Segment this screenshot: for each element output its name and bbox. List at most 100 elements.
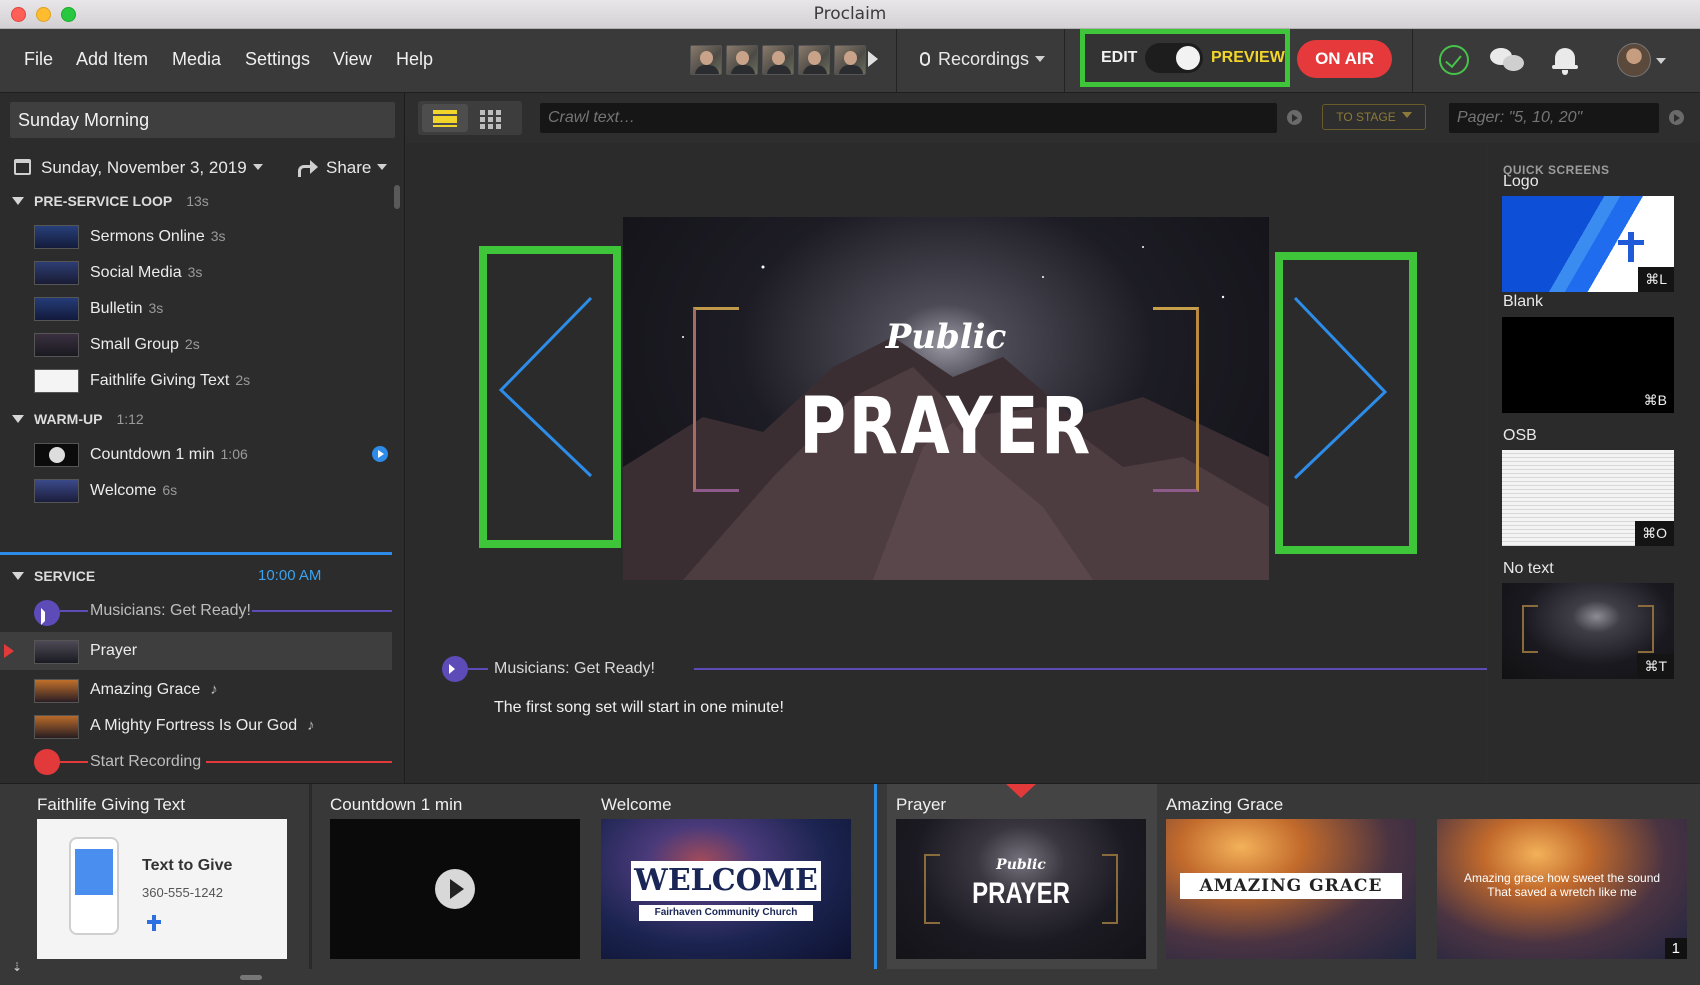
section-header-service[interactable]: SERVICE 10:00 AM — [0, 561, 395, 591]
list-item[interactable]: Sermons Online 3s — [0, 217, 392, 255]
collapse-triangle-icon[interactable] — [12, 572, 24, 580]
slide-strip: Faithlife Giving Text Text to Give 360-5… — [0, 783, 1700, 985]
toolbar-divider — [1064, 29, 1065, 93]
card-thumbnail: Public PRAYER — [896, 819, 1146, 959]
notifications-bell-icon[interactable] — [1552, 45, 1578, 75]
zoom-window-button[interactable] — [61, 7, 76, 22]
item-label: Start Recording — [90, 753, 202, 770]
crawl-text-input[interactable] — [540, 103, 1277, 133]
menu-add-item[interactable]: Add Item — [76, 29, 148, 93]
list-item[interactable]: Faithlife Giving Text 2s — [0, 361, 392, 399]
card-title: Amazing Grace — [1166, 795, 1284, 814]
strip-card[interactable]: Amazing grace how sweet the sound That s… — [1400, 784, 1700, 985]
calendar-icon — [14, 159, 31, 175]
item-thumbnail — [34, 369, 79, 393]
close-window-button[interactable] — [11, 7, 26, 22]
menu-view[interactable]: View — [333, 29, 372, 93]
menu-media[interactable]: Media — [172, 29, 221, 93]
team-avatar[interactable] — [834, 45, 866, 75]
quick-screen-blank[interactable]: ⌘B — [1502, 317, 1674, 413]
card-text: WELCOME — [634, 863, 818, 898]
send-pager-arrow-icon[interactable] — [1669, 110, 1684, 125]
cue-message: The first song set will start in one min… — [494, 699, 784, 716]
minimize-window-button[interactable] — [36, 7, 51, 22]
grid-view-button[interactable] — [480, 110, 502, 129]
item-duration: 3s — [210, 228, 226, 244]
current-slide[interactable]: Public PRAYER — [623, 217, 1269, 580]
list-item[interactable]: Amazing Grace ♪ — [0, 671, 392, 709]
card-text: AMAZING GRACE — [1199, 876, 1383, 896]
edit-preview-toggle[interactable]: EDIT PREVIEW — [1080, 29, 1290, 87]
chat-icon[interactable] — [1490, 48, 1524, 72]
item-label: Welcome — [90, 482, 157, 499]
item-thumbnail — [34, 297, 79, 321]
card-text: Amazing grace how sweet the sound That s… — [1463, 871, 1661, 899]
quick-screen-no-text[interactable]: ⌘T — [1502, 583, 1674, 679]
section-header-warmup[interactable]: WARM-UP 1:12 — [0, 404, 395, 434]
megaphone-icon — [34, 600, 60, 626]
team-avatar[interactable] — [762, 45, 794, 75]
send-crawl-arrow-icon[interactable] — [1287, 110, 1302, 125]
item-thumbnail — [34, 640, 79, 664]
collapse-triangle-icon[interactable] — [12, 197, 24, 205]
menu-file[interactable]: File — [24, 29, 53, 93]
list-item[interactable]: Bulletin 3s — [0, 289, 392, 327]
card-text: PRAYER — [972, 877, 1070, 910]
shortcut-badge: ⌘T — [1637, 654, 1674, 679]
quick-screen-label: Blank — [1503, 293, 1544, 310]
date-picker[interactable]: Sunday, November 3, 2019 — [14, 153, 263, 183]
cue-banner[interactable]: Musicians: Get Ready! — [442, 654, 1490, 684]
strip-card-current[interactable]: Prayer Public PRAYER — [859, 784, 1146, 985]
plan-title[interactable]: Sunday Morning — [10, 102, 395, 138]
single-view-button[interactable] — [422, 104, 468, 132]
recordings-dropdown[interactable]: Recordings — [920, 29, 1046, 93]
strip-card[interactable]: Countdown 1 min — [293, 784, 580, 985]
card-thumbnail: Text to Give 360-555-1242 — [37, 819, 287, 959]
menu-help[interactable]: Help — [396, 29, 433, 93]
item-thumbnail — [34, 479, 79, 503]
mode-switch[interactable] — [1145, 43, 1203, 73]
next-slide-button[interactable] — [1275, 252, 1417, 554]
previous-slide-button[interactable] — [479, 246, 621, 548]
strip-card[interactable]: Amazing Grace AMAZING GRACE — [1129, 784, 1416, 985]
quick-screen-label: OSB — [1503, 427, 1537, 444]
microphone-icon — [920, 52, 930, 66]
more-avatars-icon[interactable] — [868, 51, 878, 67]
megaphone-icon — [442, 656, 468, 682]
collapse-triangle-icon[interactable] — [12, 415, 24, 423]
list-item-selected[interactable]: Prayer — [0, 632, 392, 670]
card-thumbnail: AMAZING GRACE — [1166, 819, 1416, 959]
user-avatar[interactable] — [1617, 43, 1651, 77]
shortcut-badge: ⌘L — [1638, 267, 1674, 292]
quick-screen-osb[interactable]: ⌘O — [1502, 450, 1674, 546]
quick-screen-logo[interactable]: ⌘L — [1502, 196, 1674, 292]
chevron-down-icon[interactable] — [1656, 58, 1666, 64]
on-air-button[interactable]: ON AIR — [1297, 40, 1392, 78]
share-label: Share — [326, 158, 372, 177]
cue-item[interactable]: Start Recording — [0, 743, 392, 781]
cue-item[interactable]: Musicians: Get Ready! — [0, 592, 392, 630]
list-item[interactable]: Countdown 1 min 1:06 — [0, 435, 392, 473]
view-mode-toggle[interactable] — [418, 101, 522, 135]
section-header-preservice[interactable]: PRE-SERVICE LOOP 13s — [0, 186, 395, 216]
team-avatar[interactable] — [798, 45, 830, 75]
team-avatar[interactable] — [690, 45, 722, 75]
list-item[interactable]: Social Media 3s — [0, 253, 392, 291]
list-item[interactable]: Welcome 6s — [0, 471, 392, 509]
item-thumbnail — [34, 679, 79, 703]
list-item[interactable]: A Mighty Fortress Is Our God ♪ — [0, 707, 392, 745]
list-item[interactable]: Small Group 2s — [0, 325, 392, 363]
preview-stage: Public PRAYER Musicians: Get Ready! The … — [406, 143, 1490, 783]
strip-card[interactable]: Faithlife Giving Text Text to Give 360-5… — [0, 784, 310, 985]
strip-resize-handle[interactable] — [240, 975, 262, 980]
pager-input[interactable] — [1449, 103, 1659, 133]
expand-strip-icon[interactable]: ⇣ — [12, 960, 22, 974]
team-avatars[interactable] — [690, 45, 866, 75]
status-check-icon[interactable] — [1439, 45, 1469, 75]
to-stage-dropdown[interactable]: TO STAGE — [1322, 104, 1426, 130]
share-button[interactable]: Share — [298, 153, 388, 183]
menu-settings[interactable]: Settings — [245, 29, 310, 93]
item-thumbnail — [34, 715, 79, 739]
strip-card[interactable]: Welcome WELCOME Fairhaven Community Chur… — [564, 784, 851, 985]
team-avatar[interactable] — [726, 45, 758, 75]
